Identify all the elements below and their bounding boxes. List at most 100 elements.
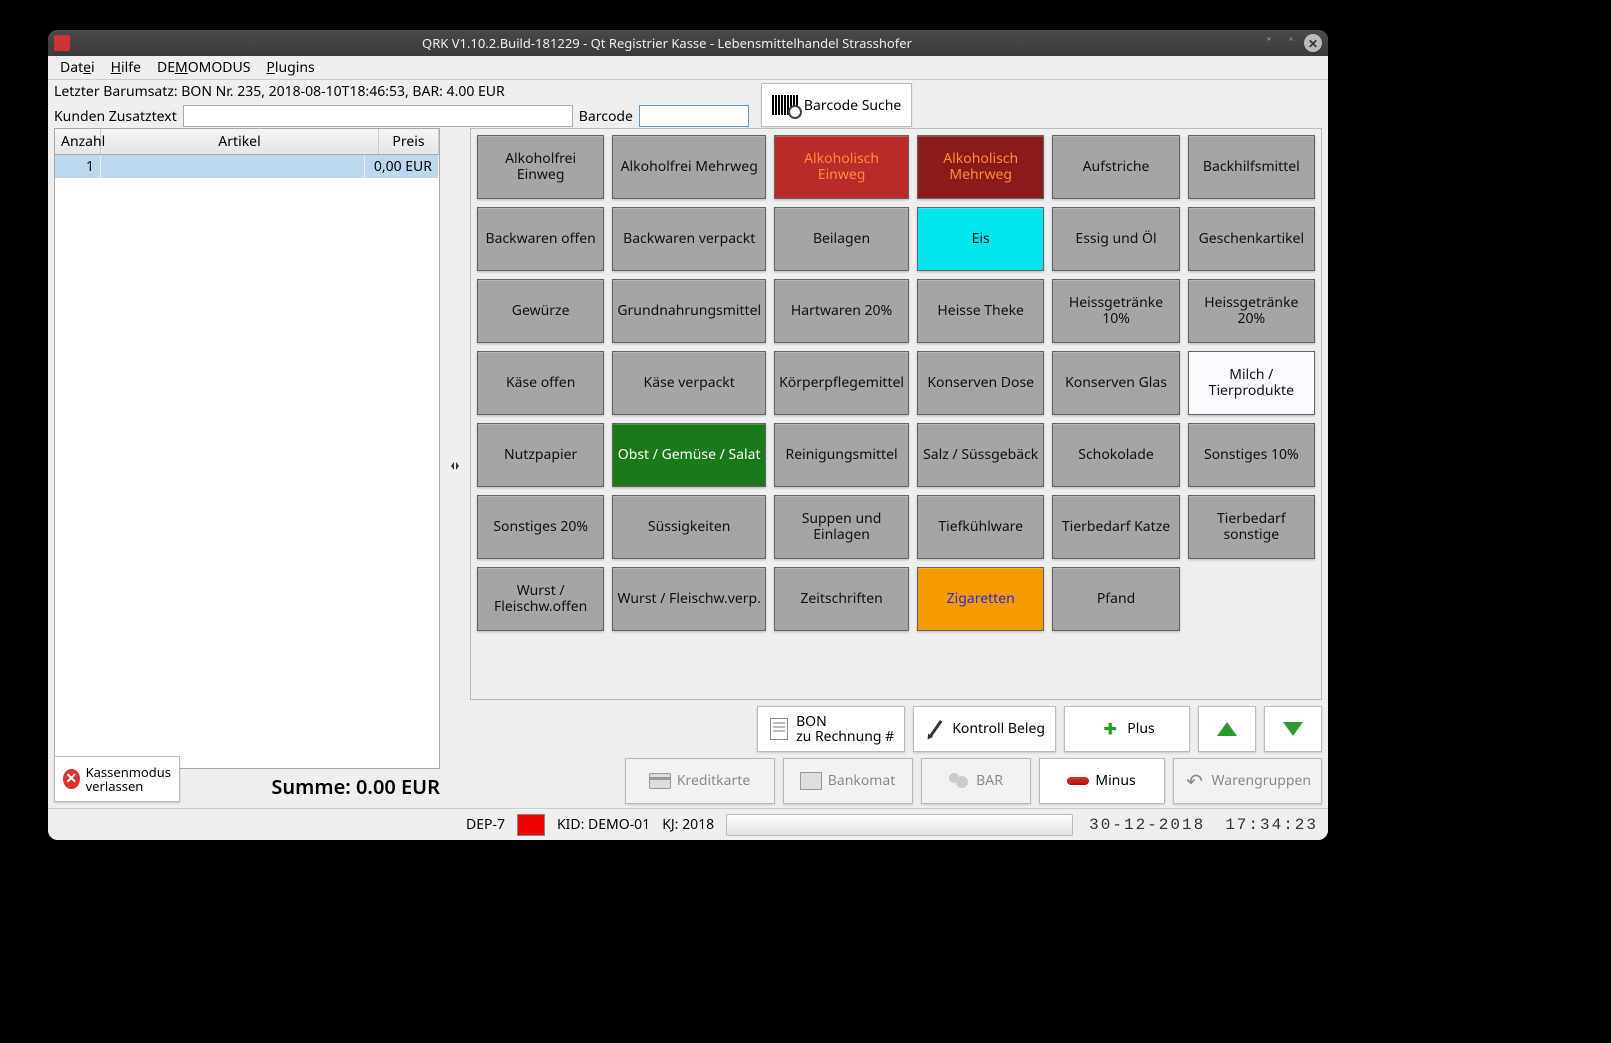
status-indicator	[517, 814, 545, 836]
statusbar: DEP-7 KID: DEMO-01 KJ: 2018 30-12-2018 1…	[48, 808, 1328, 840]
category-button[interactable]: Reinigungsmittel	[774, 423, 909, 487]
category-label: Obst / Gemüse / Salat	[618, 447, 761, 463]
app-window: QRK V1.10.2.Build-181229 - Qt Registrier…	[48, 30, 1328, 840]
customer-label: Kunden Zusatztext	[54, 107, 177, 126]
document-icon	[770, 718, 788, 740]
category-button[interactable]: Konserven Dose	[917, 351, 1044, 415]
col-article[interactable]: Artikel	[101, 129, 379, 154]
barcode-search-label-tail: arcode Suche	[813, 96, 901, 115]
category-button[interactable]: Backhilfsmittel	[1188, 135, 1315, 199]
table-header: Anzahl Artikel Preis	[55, 129, 439, 155]
category-button[interactable]: Alkoholisch Mehrweg	[917, 135, 1044, 199]
plus-button[interactable]: Plus	[1064, 706, 1190, 752]
category-button[interactable]: Schokolade	[1052, 423, 1179, 487]
category-label: Reinigungsmittel	[786, 447, 898, 463]
table-row[interactable]: 1 0,00 EUR	[55, 155, 439, 178]
control-receipt-button[interactable]: Kontroll Beleg	[913, 706, 1056, 752]
bank-card-button: Bankomat	[783, 758, 913, 804]
info-bar: Letzter Barumsatz: BON Nr. 235, 2018-08-…	[48, 80, 1328, 128]
barcode-search-button[interactable]: Barcode Suche	[761, 83, 912, 127]
category-button[interactable]: Süssigkeiten	[612, 495, 766, 559]
category-button[interactable]: Geschenkartikel	[1188, 207, 1315, 271]
category-button[interactable]: Tierbedarf sonstige	[1188, 495, 1315, 559]
category-button[interactable]: Salz / Süssgebäck	[917, 423, 1044, 487]
category-label: Eis	[972, 231, 990, 247]
app-icon	[54, 35, 70, 51]
category-label: Heissgetränke 20%	[1193, 295, 1310, 327]
category-button[interactable]: Alkoholisch Einweg	[774, 135, 909, 199]
category-button[interactable]: Eis	[917, 207, 1044, 271]
col-price[interactable]: Preis	[379, 129, 439, 154]
category-button[interactable]: Backwaren verpackt	[612, 207, 766, 271]
category-button[interactable]: Suppen und Einlagen	[774, 495, 909, 559]
category-button[interactable]: Hartwaren 20%	[774, 279, 909, 343]
category-button[interactable]: Backwaren offen	[477, 207, 604, 271]
scroll-down-button[interactable]	[1264, 706, 1322, 752]
category-button[interactable]: Käse verpackt	[612, 351, 766, 415]
category-label: Alkoholfrei Einweg	[482, 151, 599, 183]
category-button[interactable]: Alkoholfrei Mehrweg	[612, 135, 766, 199]
col-qty[interactable]: Anzahl	[55, 129, 101, 154]
category-button[interactable]: Heisse Theke	[917, 279, 1044, 343]
splitter-handle[interactable]	[448, 128, 462, 804]
category-label: Zigaretten	[947, 591, 1015, 607]
category-label: Sonstiges 10%	[1204, 447, 1299, 463]
category-label: Milch / Tierprodukte	[1193, 367, 1310, 399]
minus-button[interactable]: Minus	[1039, 758, 1165, 804]
category-button[interactable]: Milch / Tierprodukte	[1188, 351, 1315, 415]
category-label: Schokolade	[1078, 447, 1153, 463]
category-button[interactable]: Essig und Öl	[1052, 207, 1179, 271]
menu-file[interactable]: Datei	[52, 56, 103, 79]
category-label: Geschenkartikel	[1199, 231, 1304, 247]
menu-plugins[interactable]: Plugins	[258, 56, 322, 79]
category-button[interactable]: Zigaretten	[917, 567, 1044, 631]
bon-to-invoice-button[interactable]: BON zu Rechnung #	[757, 706, 905, 752]
category-label: Körperpflegemittel	[779, 375, 904, 391]
category-label: Gewürze	[512, 303, 570, 319]
minus-icon	[1067, 777, 1089, 785]
category-button[interactable]: Sonstiges 20%	[477, 495, 604, 559]
category-button[interactable]: Heissgetränke 20%	[1188, 279, 1315, 343]
minimize-button[interactable]: ˅	[1260, 34, 1278, 52]
category-label: Alkoholisch Einweg	[779, 151, 904, 183]
category-button[interactable]: Beilagen	[774, 207, 909, 271]
category-button[interactable]: Wurst / Fleischw.offen	[477, 567, 604, 631]
category-button[interactable]: Aufstriche	[1052, 135, 1179, 199]
card-icon	[649, 773, 671, 789]
category-button[interactable]: Pfand	[1052, 567, 1179, 631]
category-button[interactable]: Tiefkühlware	[917, 495, 1044, 559]
category-button[interactable]: Tierbedarf Katze	[1052, 495, 1179, 559]
category-button[interactable]: Käse offen	[477, 351, 604, 415]
category-label: Hartwaren 20%	[791, 303, 892, 319]
barcode-icon	[772, 95, 798, 115]
status-progress	[726, 814, 1073, 836]
category-label: Nutzpapier	[504, 447, 577, 463]
status-date: 30-12-2018	[1085, 816, 1209, 834]
product-groups-button: Warengruppen	[1173, 758, 1322, 804]
category-label: Backhilfsmittel	[1203, 159, 1300, 175]
category-button[interactable]: Körperpflegemittel	[774, 351, 909, 415]
barcode-input[interactable]	[639, 105, 749, 127]
category-button[interactable]: Grundnahrungsmittel	[612, 279, 766, 343]
maximize-button[interactable]: ˄	[1282, 34, 1300, 52]
scroll-up-button[interactable]	[1198, 706, 1256, 752]
category-button[interactable]: Konserven Glas	[1052, 351, 1179, 415]
category-button[interactable]: Gewürze	[477, 279, 604, 343]
exit-register-button[interactable]: ✕ Kassenmodus verlassen	[54, 756, 180, 802]
category-label: Zeitschriften	[800, 591, 882, 607]
menu-help[interactable]: Hilfe	[103, 56, 149, 79]
category-button[interactable]: Zeitschriften	[774, 567, 909, 631]
category-button[interactable]: Heissgetränke 10%	[1052, 279, 1179, 343]
customer-extra-input[interactable]	[183, 105, 573, 127]
category-button[interactable]: Wurst / Fleischw.verp.	[612, 567, 766, 631]
main-content: Anzahl Artikel Preis 1 0,00 EUR Summe: 0…	[48, 128, 1328, 808]
coins-icon	[948, 772, 970, 790]
category-button[interactable]: Obst / Gemüse / Salat	[612, 423, 766, 487]
category-button[interactable]: Nutzpapier	[477, 423, 604, 487]
menu-demo[interactable]: DEMOMODUS	[149, 56, 258, 79]
cell-article	[101, 155, 365, 178]
close-button[interactable]: ✕	[1304, 34, 1322, 52]
category-button[interactable]: Sonstiges 10%	[1188, 423, 1315, 487]
category-button[interactable]: Alkoholfrei Einweg	[477, 135, 604, 199]
category-pane: Alkoholfrei Einweg Alkoholfrei Mehrweg Alk…	[470, 128, 1322, 804]
